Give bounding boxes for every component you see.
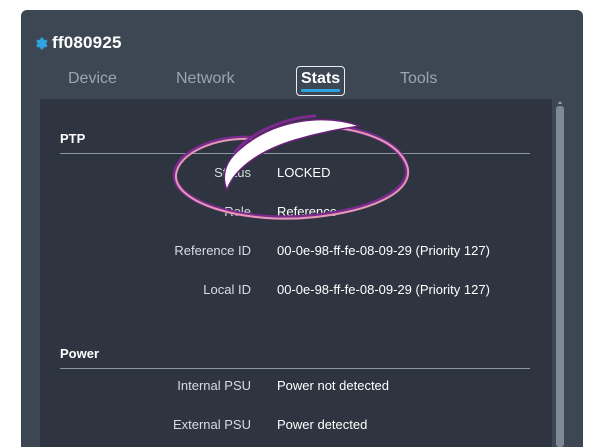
gear-icon[interactable]: [33, 36, 48, 51]
ptp-divider: [60, 153, 530, 154]
external-psu-label: External PSU: [172, 417, 251, 432]
ptp-reference-id-value: 00-0e-98-ff-fe-08-09-29 (Priority 127): [277, 243, 490, 258]
scrollbar-thumb[interactable]: [556, 106, 564, 447]
ptp-status-value: LOCKED: [277, 165, 331, 180]
external-psu-value: Power detected: [277, 417, 368, 432]
tab-device[interactable]: Device: [68, 70, 117, 88]
ptp-status-label: Status: [214, 165, 251, 180]
ptp-reference-id-label: Reference ID: [174, 243, 251, 258]
ptp-local-id-label: Local ID: [203, 282, 251, 297]
internal-psu-label: Internal PSU: [177, 378, 251, 393]
tab-stats[interactable]: Stats: [296, 66, 346, 96]
device-header: ff080925: [33, 33, 122, 53]
device-title: ff080925: [52, 33, 122, 52]
internal-psu-value: Power not detected: [277, 378, 390, 393]
power-divider: [60, 368, 530, 369]
tab-stats-label: Stats: [301, 70, 341, 87]
device-panel: ff080925 Device Network Stats Tools PTP …: [21, 10, 583, 447]
ptp-role-value: Reference: [277, 204, 337, 219]
ptp-local-id-value: 00-0e-98-ff-fe-08-09-29 (Priority 127): [277, 282, 490, 297]
tab-bar: Device Network Stats Tools: [21, 66, 583, 100]
tab-network[interactable]: Network: [176, 70, 235, 88]
scroll-up-arrow-icon[interactable]: [558, 101, 562, 104]
ptp-section-title: PTP: [60, 131, 86, 146]
power-section-title: Power: [60, 346, 100, 361]
active-tab-indicator: [301, 89, 341, 92]
ptp-role-label: Role: [224, 204, 251, 219]
tab-tools[interactable]: Tools: [400, 70, 437, 88]
stats-content: PTP Status LOCKED Role Reference Referen…: [40, 99, 552, 447]
